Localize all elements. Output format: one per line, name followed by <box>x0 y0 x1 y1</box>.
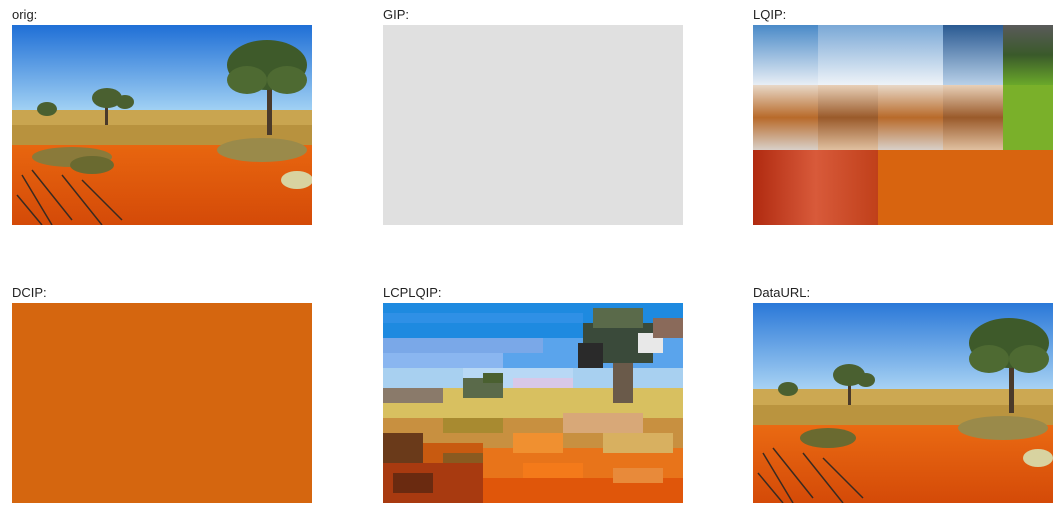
panel-dataurl: DataURL: <box>753 285 1053 503</box>
panel-label: LQIP: <box>753 7 787 22</box>
dataurl-image <box>753 303 1053 503</box>
panel-label: GIP: <box>383 7 410 22</box>
panel-gip: GIP: <box>383 7 683 225</box>
dcip-placeholder <box>12 303 312 503</box>
panel-label: DCIP: <box>12 285 47 300</box>
panel-dcip: DCIP: <box>12 285 312 503</box>
panel-label: LCPLQIP: <box>383 285 442 300</box>
panel-label: orig: <box>12 7 38 22</box>
lcplqip-image <box>383 303 683 503</box>
orig-image <box>12 25 312 225</box>
panel-lqip: LQIP: <box>753 7 1053 225</box>
lqip-image <box>753 25 1053 225</box>
gip-placeholder <box>383 25 683 225</box>
panel-lcplqip: LCPLQIP: <box>383 285 683 503</box>
panel-orig: orig: <box>12 7 312 225</box>
placeholder-comparison-grid: orig: GIP: LQIP: DCIP: LCPLQIP: DataURL: <box>0 0 1062 512</box>
panel-label: DataURL: <box>753 285 811 300</box>
